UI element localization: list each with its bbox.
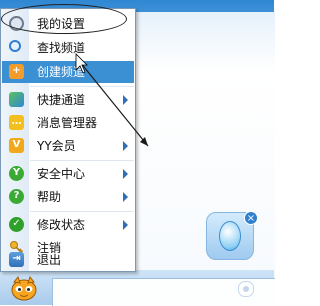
annotation-arrow: [75, 53, 149, 147]
annotation-arrow-line: [79, 61, 149, 147]
mouse-cursor-icon: [75, 53, 88, 74]
